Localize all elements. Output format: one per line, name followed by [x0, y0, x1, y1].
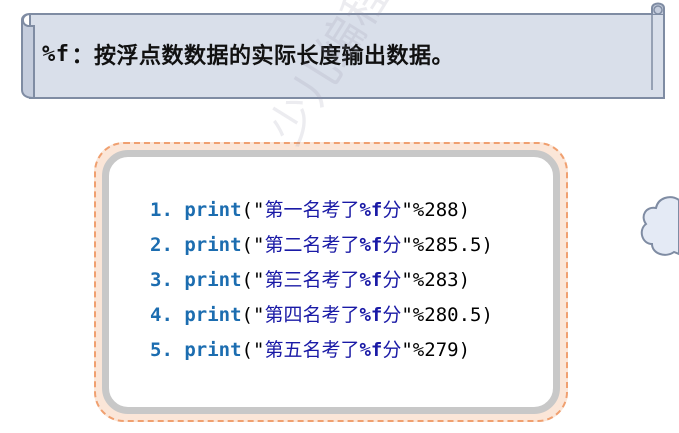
code-line: 1. print("第一名考了%f分"%288): [150, 196, 493, 231]
string-suffix: 分: [382, 199, 402, 221]
line-number: 1.: [150, 199, 173, 221]
line-number: 3.: [150, 269, 173, 291]
print-keyword: print: [184, 199, 242, 221]
format-specifier: %f: [359, 304, 383, 326]
format-specifier: %f: [359, 269, 383, 291]
score-value: 279: [424, 339, 459, 361]
string-text: 第四名考了: [264, 304, 360, 326]
percent-operator: "%: [401, 339, 425, 361]
banner-title: %f ：按浮点数数据的实际长度输出数据。: [42, 34, 454, 74]
percent-operator: "%: [401, 269, 425, 291]
percent-operator: "%: [401, 199, 425, 221]
string-text: 第五名考了: [264, 339, 360, 361]
print-keyword: print: [184, 339, 242, 361]
line-number: 5.: [150, 339, 173, 361]
string-text: 第一名考了: [264, 199, 360, 221]
string-suffix: 分: [382, 304, 402, 326]
close-paren: ): [458, 199, 471, 221]
line-number: 4.: [150, 304, 173, 326]
close-paren: ): [458, 339, 471, 361]
open-paren: (": [241, 339, 265, 361]
print-keyword: print: [184, 234, 242, 256]
banner-format-code: %f: [42, 41, 70, 67]
percent-operator: "%: [401, 304, 425, 326]
format-specifier: %f: [359, 339, 383, 361]
code-line: 3. print("第三名考了%f分"%283): [150, 266, 493, 301]
score-value: 280.5: [424, 304, 482, 326]
cloud-icon: [640, 196, 679, 256]
string-text: 第二名考了: [264, 234, 360, 256]
string-suffix: 分: [382, 339, 402, 361]
string-text: 第三名考了: [264, 269, 360, 291]
open-paren: (": [241, 269, 265, 291]
score-value: 285.5: [424, 234, 482, 256]
print-keyword: print: [184, 304, 242, 326]
banner-text: ：按浮点数数据的实际长度输出数据。: [71, 44, 455, 69]
code-line: 2. print("第二名考了%f分"%285.5): [150, 231, 493, 266]
open-paren: (": [241, 234, 265, 256]
close-paren: ): [481, 234, 493, 256]
code-line: 4. print("第四名考了%f分"%280.5): [150, 301, 493, 336]
score-value: 283: [424, 269, 459, 291]
code-line: 5. print("第五名考了%f分"%279): [150, 336, 493, 371]
score-value: 288: [424, 199, 459, 221]
print-keyword: print: [184, 269, 242, 291]
code-listing: 1. print("第一名考了%f分"%288) 2. print("第二名考了…: [150, 196, 493, 371]
close-paren: ): [481, 304, 493, 326]
format-specifier: %f: [359, 199, 383, 221]
line-number: 2.: [150, 234, 173, 256]
format-specifier: %f: [359, 234, 383, 256]
open-paren: (": [241, 199, 265, 221]
open-paren: (": [241, 304, 265, 326]
close-paren: ): [458, 269, 471, 291]
percent-operator: "%: [401, 234, 425, 256]
string-suffix: 分: [382, 269, 402, 291]
string-suffix: 分: [382, 234, 402, 256]
